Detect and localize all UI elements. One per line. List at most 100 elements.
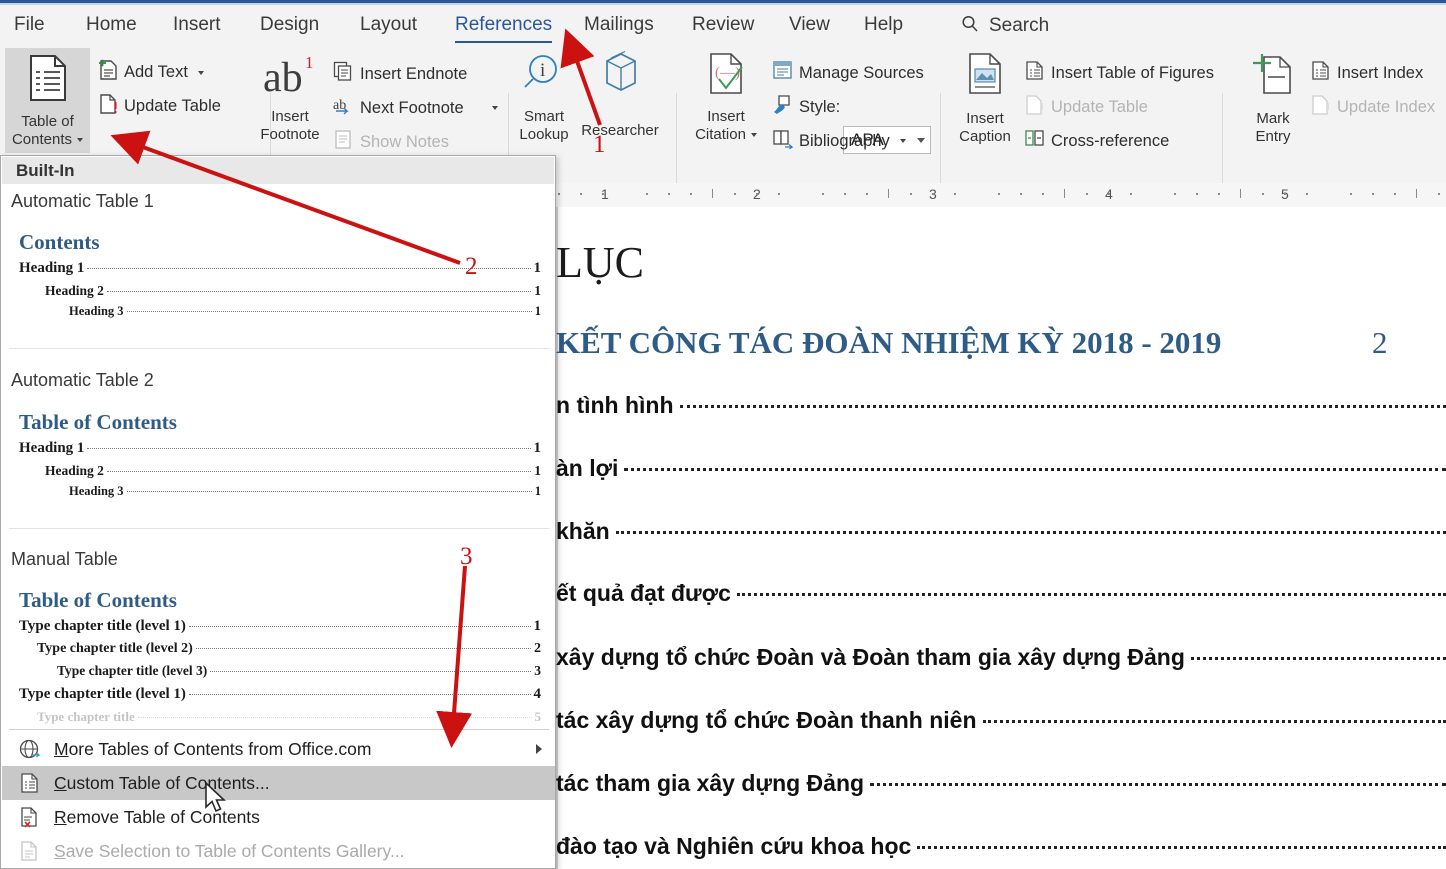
insert-citation-button[interactable]: (—) Insert Citation: [690, 51, 762, 144]
insert-endnote-button[interactable]: Insert Endnote: [333, 61, 467, 87]
menu-item-remove-table-of-contents[interactable]: Remove Table of Contents: [2, 800, 555, 834]
add-text-icon: [98, 59, 118, 86]
insert-footnote-button[interactable]: ab 1 Insert Footnote: [256, 51, 324, 144]
annotation-number-3: 3: [460, 543, 473, 570]
ruler-minor-tick: [1284, 193, 1286, 195]
smart-lookup-button[interactable]: i Smart Lookup: [513, 51, 575, 144]
gallery-row-page: 1: [534, 283, 541, 298]
gallery-divider: [9, 528, 549, 529]
tab-help[interactable]: Help: [864, 13, 903, 39]
gallery-preview[interactable]: Table of Contents Type chapter title (le…: [9, 576, 549, 724]
cross-reference-button[interactable]: Cross-reference: [1024, 128, 1169, 154]
ruler-minor-tick: [756, 193, 758, 195]
gallery-preview[interactable]: Table of Contents Heading 1 1 Heading 2 …: [9, 398, 549, 508]
insert-caption-line2: Caption: [959, 128, 1011, 145]
tab-mailings[interactable]: Mailings: [584, 13, 654, 39]
insert-caption-button[interactable]: Insert Caption: [950, 51, 1020, 146]
leader-dots: [126, 491, 532, 492]
chevron-down-icon[interactable]: [77, 138, 84, 142]
bibliography-icon: [772, 128, 794, 154]
ribbon-tab-bar: File Home Insert Design Layout Reference…: [0, 5, 1446, 44]
add-text-button[interactable]: Add Text: [98, 59, 204, 86]
bibliography-label: Bibliography: [799, 131, 890, 150]
ruler-minor-tick: [998, 193, 1000, 195]
toc-entry-row[interactable]: tác xây dựng tổ chức Đoàn thanh niên: [556, 707, 1446, 734]
update-table-icon: [1024, 94, 1045, 120]
tab-insert[interactable]: Insert: [173, 13, 221, 39]
toc-entry-row[interactable]: àn lợi: [556, 455, 1446, 482]
tab-view[interactable]: View: [789, 13, 830, 39]
mark-entry-button[interactable]: Mark Entry: [1240, 51, 1306, 146]
leader-dots: [982, 714, 1446, 723]
toc-entry-heading: KẾT CÔNG TÁC ĐOÀN NHIỆM KỲ 2018 - 2019: [556, 325, 1222, 360]
menu-item-more-tables-office-com[interactable]: More Tables of Contents from Office.com: [2, 732, 555, 766]
toc-entry-row[interactable]: khăn: [556, 518, 1446, 545]
chevron-down-icon[interactable]: [750, 133, 757, 137]
chevron-down-icon[interactable]: [917, 137, 925, 143]
menu-item-label: Custom Table of Contents...: [54, 773, 270, 794]
table-of-contents-button[interactable]: Table of Contents: [5, 48, 90, 153]
toc-entry-row[interactable]: đào tạo và Nghiên cứu khoa học: [556, 833, 1446, 860]
cross-reference-label: Cross-reference: [1051, 131, 1170, 150]
manage-sources-button[interactable]: Manage Sources: [772, 60, 924, 86]
insert-index-icon: [1310, 60, 1331, 86]
cross-reference-icon: [1024, 128, 1045, 154]
ruler-minor-tick: [1020, 193, 1022, 195]
search-box[interactable]: Search: [960, 13, 1049, 39]
update-table-button[interactable]: Update Table: [98, 93, 221, 120]
leader-dots: [1190, 651, 1446, 660]
menu-item-rest: emove Table of Contents: [66, 806, 260, 827]
manage-sources-icon: [772, 60, 793, 86]
toc-entry-row[interactable]: n tình hình: [556, 392, 1446, 419]
ruler-major-tick: [888, 189, 889, 198]
tab-home[interactable]: Home: [86, 13, 137, 39]
chevron-down-icon[interactable]: [197, 70, 204, 75]
leader-dots: [736, 587, 1446, 596]
researcher-button[interactable]: Researcher: [578, 50, 662, 140]
gallery-row-page: 1: [533, 260, 542, 276]
svg-text:1: 1: [305, 53, 314, 72]
toc-entry-text: khăn: [556, 518, 610, 544]
gallery-row-page: 3: [534, 663, 541, 678]
toc-entry-text: đào tạo và Nghiên cứu khoa học: [556, 833, 912, 859]
page-title: LỤC: [556, 238, 644, 287]
insert-citation-line2: Citation: [695, 126, 746, 143]
leader-dots: [624, 462, 1446, 471]
gallery-section-header: Built-In: [2, 157, 554, 184]
tab-file[interactable]: File: [14, 13, 45, 39]
menu-item-custom-table-of-contents[interactable]: Custom Table of Contents...: [2, 766, 555, 800]
gallery-divider: [9, 729, 549, 730]
globe-icon: [12, 738, 46, 760]
gallery-item-name: Manual Table: [11, 549, 118, 569]
gallery-row-text: Heading 1: [19, 260, 85, 276]
toc-entry-row[interactable]: ết quả đạt được: [556, 580, 1446, 607]
toc-entry-text: àn lợi: [556, 455, 619, 481]
gallery-row-page: 1: [534, 304, 541, 318]
next-footnote-button[interactable]: ab Next Footnote: [333, 95, 498, 121]
tab-layout[interactable]: Layout: [360, 13, 417, 39]
researcher-icon: [597, 50, 643, 100]
remove-toc-icon: [12, 806, 46, 828]
ruler-minor-tick: [866, 193, 868, 195]
toc-entry-row[interactable]: xây dựng tổ chức Đoàn và Đoàn tham gia x…: [556, 644, 1446, 671]
search-label: Search: [989, 15, 1050, 36]
tab-design[interactable]: Design: [260, 13, 319, 39]
gallery-row-page: 1: [534, 463, 541, 478]
annotation-number-1: 1: [593, 131, 606, 158]
tab-file-label: File: [14, 14, 45, 35]
tab-references[interactable]: References: [455, 13, 553, 44]
tab-review[interactable]: Review: [692, 13, 754, 39]
save-toc-icon: [12, 840, 46, 862]
toc-entry-heading-page: 2: [1372, 325, 1388, 360]
insert-table-of-figures-button[interactable]: Insert Table of Figures: [1024, 60, 1214, 86]
insert-index-button[interactable]: Insert Index: [1310, 60, 1423, 86]
chevron-down-icon[interactable]: [899, 139, 906, 143]
chevron-down-icon[interactable]: [491, 106, 498, 110]
leader-dots: [679, 399, 1446, 408]
ruler-major-tick: [1240, 189, 1241, 198]
toc-entry-row[interactable]: tác tham gia xây dựng Đảng: [556, 770, 1446, 797]
document-toc-icon: [12, 772, 46, 794]
tab-references-label: References: [455, 14, 553, 35]
tab-insert-label: Insert: [173, 14, 221, 35]
bibliography-button[interactable]: Bibliography: [772, 128, 906, 154]
